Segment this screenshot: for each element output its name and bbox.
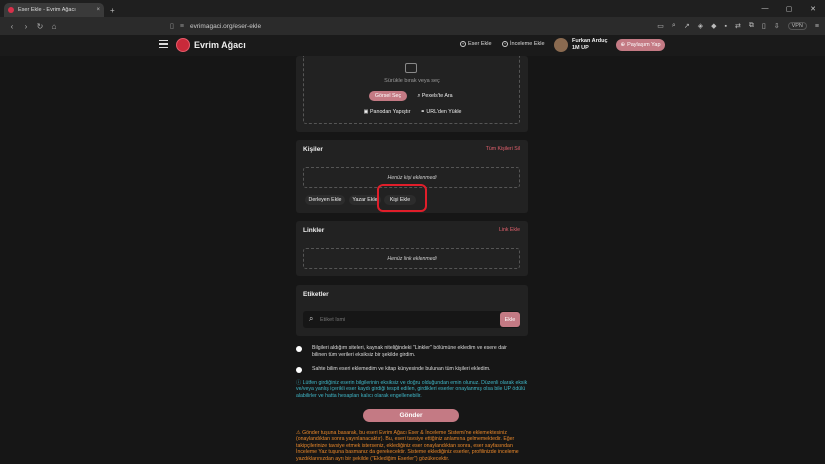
zoom-icon[interactable]: ⌕: [672, 22, 676, 30]
submit-button[interactable]: Gönder: [363, 409, 459, 422]
no-pseudoscience-toggle[interactable]: [296, 367, 302, 373]
new-tab-button[interactable]: +: [110, 6, 115, 15]
avatar[interactable]: [554, 38, 568, 52]
links-title: Linkler: [303, 227, 325, 234]
bookmark-icon[interactable]: ▯: [170, 22, 174, 30]
tag-search-box[interactable]: ⌕: [303, 311, 520, 328]
address-bar-row: ‹ › ↻ ⌂ ▯ ≡ evrimagaci.org/eser-ekle ▭ ⌕…: [0, 17, 825, 35]
translate-icon[interactable]: ⇄: [735, 22, 741, 30]
share-post-button[interactable]: ⊕ Paylaşım Yap: [616, 39, 665, 51]
sources-confirm-toggle[interactable]: [296, 346, 302, 352]
menu-icon[interactable]: ≡: [815, 23, 819, 30]
add-tag-button[interactable]: Ekle: [500, 312, 520, 327]
brand-name[interactable]: Evrim Ağacı: [194, 40, 246, 50]
add-link-link[interactable]: Link Ekle: [499, 227, 520, 233]
share-label: Paylaşım Yap: [627, 42, 661, 48]
puzzle-icon[interactable]: ⧉: [749, 22, 754, 30]
share-icon[interactable]: ↗: [684, 22, 690, 30]
shield-icon[interactable]: ◈: [698, 22, 703, 30]
paste-clipboard-button[interactable]: ▣ Panodan Yapıştır: [358, 107, 416, 117]
browser-tab[interactable]: Eser Ekle - Evrim Ağacı ×: [4, 3, 104, 17]
user-name: Furkan Arduç: [572, 38, 608, 44]
info-notice: ⓘ Lütfen girdiğiniz eserin bilgilerinin …: [296, 380, 528, 399]
sidebar-icon[interactable]: ▯: [762, 22, 766, 30]
home-icon[interactable]: ⌂: [48, 22, 60, 31]
drag-drop-text: Sürükle bırak veya seç: [384, 78, 440, 84]
no-pseudoscience-text: Sahte bilim eseri eklemedim ve kitap kün…: [312, 366, 491, 372]
vpn-button[interactable]: VPN: [787, 22, 807, 30]
url-load-label: URL'den Yükle: [426, 109, 462, 115]
info-text: Lütfen girdiğiniz eserin bilgilerinin ek…: [296, 380, 528, 399]
add-work-label: Eser Ekle: [468, 41, 492, 47]
tags-title: Etiketler: [303, 291, 329, 298]
select-image-button[interactable]: Görsel Seç: [369, 91, 407, 101]
extension-icon[interactable]: ▪: [725, 23, 727, 30]
logo-icon[interactable]: [176, 38, 190, 52]
address-field[interactable]: ▯ ≡ evrimagaci.org/eser-ekle: [170, 22, 261, 31]
site-info-icon[interactable]: ≡: [180, 23, 184, 30]
browser-tab-strip: Eser Ekle - Evrim Ağacı × + — ▢ ✕: [0, 0, 825, 17]
add-review-label: İnceleme Ekle: [510, 41, 545, 47]
user-up: 1M UP: [572, 44, 589, 51]
add-review-link[interactable]: + İnceleme Ekle: [502, 41, 545, 47]
links-empty-text: Henüz link eklenmedi: [387, 256, 437, 262]
sources-confirm-row[interactable]: Bilgileri aldığım siteleri, kaynak nitel…: [296, 345, 522, 358]
reload-icon[interactable]: ↻: [34, 22, 46, 31]
image-upload-card: Sürükle bırak veya seç Görsel Seç ⌕ Pexe…: [296, 56, 528, 132]
add-work-link[interactable]: + Eser Ekle: [460, 41, 492, 47]
window-controls: — ▢ ✕: [753, 0, 825, 17]
screen-icon[interactable]: ▭: [657, 22, 664, 30]
site-header: Evrim Ağacı + Eser Ekle + İnceleme Ekle …: [0, 35, 825, 56]
tab-title: Eser Ekle - Evrim Ağacı: [18, 7, 76, 13]
minimize-button[interactable]: —: [753, 0, 777, 17]
search-icon: ⌕: [309, 314, 314, 323]
people-empty-text: Henüz kişi eklenmedi: [387, 175, 437, 181]
warning-notice: ⚠ Gönder tuşuna basarak, bu eseri Evrim …: [296, 430, 528, 462]
hamburger-menu-icon[interactable]: [159, 40, 168, 48]
plus-circle-icon: +: [460, 41, 466, 47]
links-card: Linkler Link Ekle Henüz link eklenmedi: [296, 221, 528, 276]
pexels-search-button[interactable]: ⌕ Pexels'te Ara: [414, 91, 456, 101]
people-title: Kişiler: [303, 146, 323, 153]
tab-close-icon[interactable]: ×: [96, 7, 100, 13]
close-window-button[interactable]: ✕: [801, 0, 825, 17]
download-icon[interactable]: ⇩: [774, 22, 780, 30]
browser-toolbar: ▭ ⌕ ↗ ◈ ◆ ▪ ⇄ ⧉ ▯ ⇩ VPN ≡: [657, 22, 819, 30]
back-icon[interactable]: ‹: [6, 22, 18, 31]
plus-icon: ⊕: [620, 42, 626, 48]
maximize-button[interactable]: ▢: [777, 0, 801, 17]
add-compiler-button[interactable]: Derleyen Ekle: [305, 195, 345, 205]
user-info[interactable]: Furkan Arduç 1M UP: [572, 38, 608, 51]
tag-input[interactable]: [320, 314, 490, 325]
plus-circle-icon: +: [502, 41, 508, 47]
extension-icon[interactable]: ◆: [711, 22, 716, 30]
site-favicon-icon: [8, 7, 14, 13]
image-icon: [405, 63, 417, 73]
highlight-annotation: [377, 184, 427, 212]
info-icon: ⓘ: [296, 380, 303, 386]
clear-all-people-link[interactable]: Tüm Kişileri Sil: [486, 146, 520, 152]
paste-label: Panodan Yapıştır: [370, 109, 411, 115]
sources-confirm-text: Bilgileri aldığım siteleri, kaynak nitel…: [312, 345, 507, 358]
pexels-label: Pexels'te Ara: [421, 93, 453, 99]
url-text[interactable]: evrimagaci.org/eser-ekle: [190, 23, 261, 30]
load-url-button[interactable]: ⚭ URL'den Yükle: [416, 107, 466, 117]
forward-icon[interactable]: ›: [20, 22, 32, 31]
no-pseudoscience-row[interactable]: Sahte bilim eseri eklemedim ve kitap kün…: [296, 366, 522, 373]
warning-text: Gönder tuşuna basarak, bu eseri Evrim Ağ…: [296, 430, 519, 462]
